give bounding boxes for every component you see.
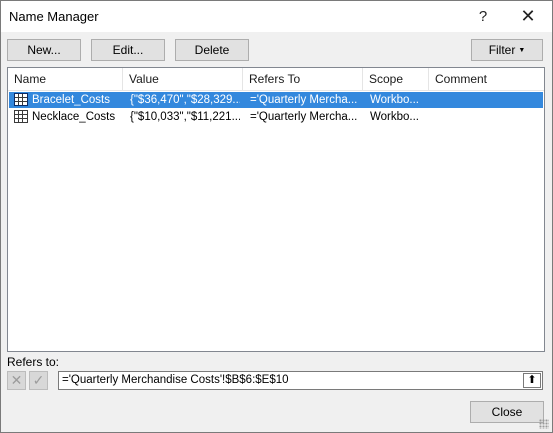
column-header-scope[interactable]: Scope — [363, 68, 429, 90]
table-row[interactable]: Necklace_Costs {"$10,033","$11,221... ='… — [9, 109, 543, 125]
x-icon[interactable]: ✕ — [7, 371, 26, 390]
close-button[interactable]: Close — [470, 401, 544, 423]
row-scope: Workbo... — [370, 111, 419, 123]
new-button-label: New... — [27, 43, 61, 57]
row-value: {"$36,470","$28,329... — [130, 94, 240, 106]
list-header: Name Value Refers To Scope Comment — [8, 68, 544, 91]
row-refers-to: ='Quarterly Mercha... — [250, 94, 358, 106]
edit-button-label: Edit... — [112, 43, 144, 57]
help-button[interactable]: ? — [461, 1, 505, 32]
column-header-value[interactable]: Value — [123, 68, 243, 90]
row-name: Bracelet_Costs — [32, 94, 110, 106]
close-icon[interactable]: ✕ — [506, 1, 550, 32]
refers-to-label: Refers to: — [7, 355, 60, 369]
check-icon[interactable]: ✓ — [29, 371, 48, 390]
column-header-name[interactable]: Name — [8, 68, 123, 90]
name-manager-dialog: Name Manager ? ✕ New... Edit... Delete F… — [0, 0, 553, 433]
refers-to-input[interactable]: ='Quarterly Merchandise Costs'!$B$6:$E$1… — [58, 371, 543, 390]
row-refers-to: ='Quarterly Mercha... — [250, 111, 358, 123]
dialog-title: Name Manager — [9, 9, 99, 24]
row-value: {"$10,033","$11,221... — [130, 111, 240, 123]
delete-button[interactable]: Delete — [175, 39, 249, 61]
filter-button-label: Filter — [488, 43, 516, 57]
column-header-refers-to[interactable]: Refers To — [243, 68, 363, 90]
close-button-label: Close — [491, 405, 523, 419]
table-grid-icon — [14, 93, 28, 106]
table-row[interactable]: Bracelet_Costs {"$36,470","$28,329... ='… — [9, 92, 543, 108]
title-bar: Name Manager ? ✕ — [1, 1, 552, 32]
resize-grip-icon[interactable] — [539, 419, 549, 429]
row-scope: Workbo... — [370, 94, 419, 106]
refers-to-value: ='Quarterly Merchandise Costs'!$B$6:$E$1… — [62, 374, 289, 386]
row-comment — [436, 109, 536, 125]
new-button[interactable]: New... — [7, 39, 81, 61]
delete-button-label: Delete — [194, 43, 230, 57]
row-name: Necklace_Costs — [32, 111, 116, 123]
names-list[interactable]: Name Value Refers To Scope Comment Brace… — [7, 67, 545, 352]
filter-button[interactable]: Filter ▼ — [471, 39, 543, 61]
column-header-comment[interactable]: Comment — [429, 68, 544, 90]
collapse-dialog-icon[interactable]: ⬆ — [523, 373, 541, 388]
dropdown-arrow-icon: ▼ — [518, 46, 526, 54]
table-grid-icon — [14, 110, 28, 123]
row-comment — [436, 92, 536, 108]
edit-button[interactable]: Edit... — [91, 39, 165, 61]
